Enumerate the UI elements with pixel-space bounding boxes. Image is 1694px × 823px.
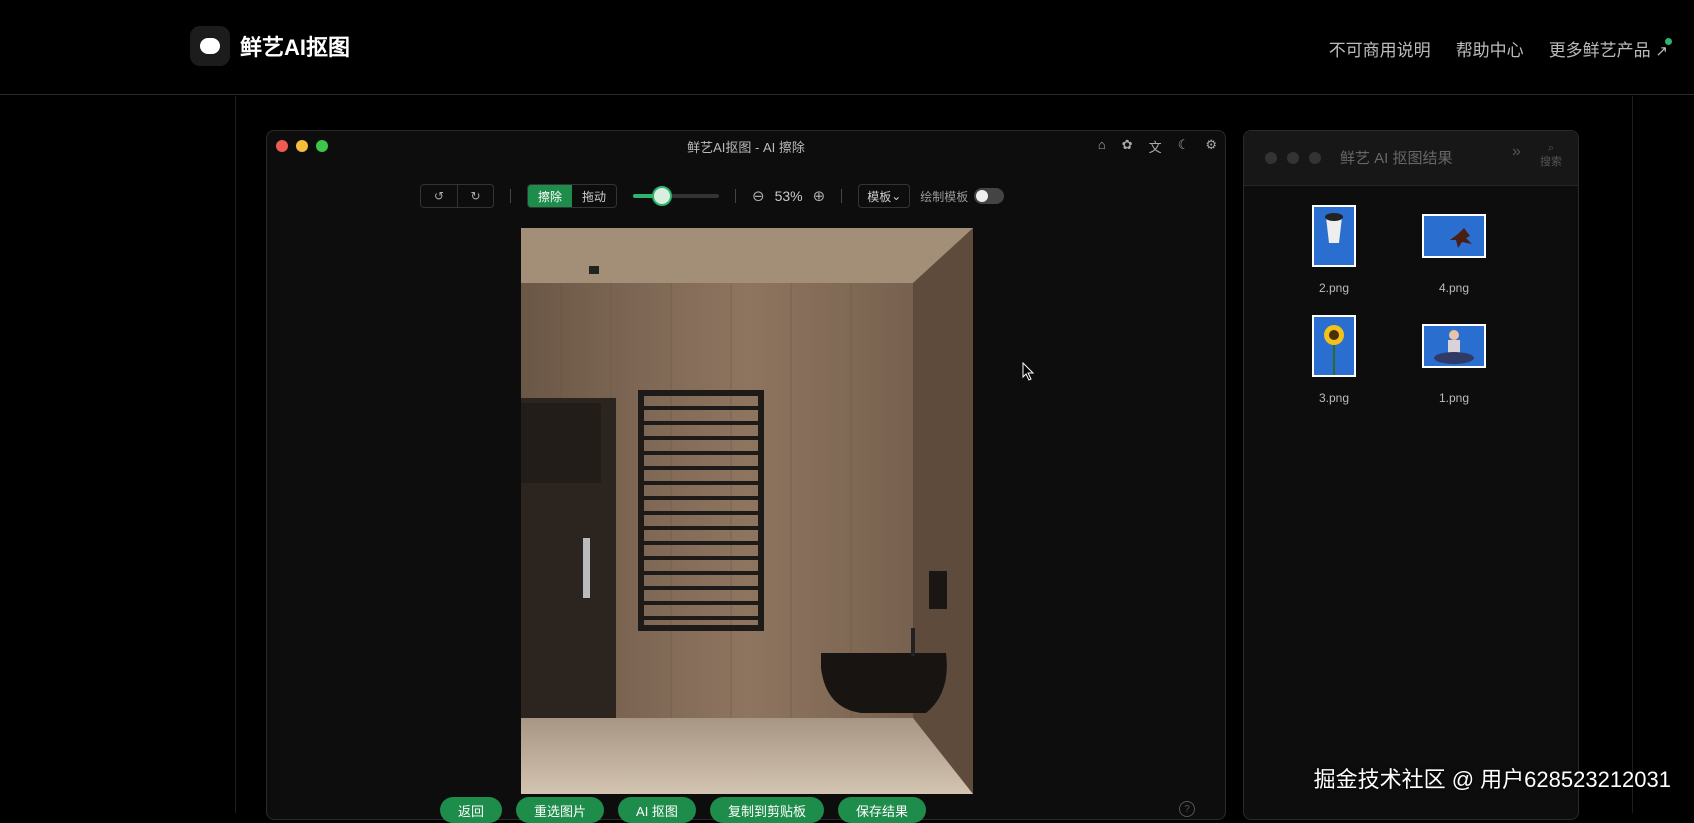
template-dropdown[interactable]: 模板 ⌄ (858, 184, 911, 208)
editor-toolbar: ↺ ↻ 擦除 拖动 ⊖ 53% ⊕ 模板 ⌄ 绘制模板 (420, 183, 1005, 209)
app-logo-icon (190, 26, 230, 66)
mode-erase-button[interactable]: 擦除 (528, 185, 573, 207)
nav-more-products-label: 更多鲜艺产品 (1548, 41, 1651, 60)
leaf-image (1450, 228, 1472, 248)
mouse-cursor-icon (1022, 362, 1035, 381)
help-icon[interactable]: ? (1179, 801, 1195, 817)
sunflower-image (1324, 325, 1344, 375)
expand-chevrons-icon[interactable]: » (1512, 143, 1521, 161)
template-label: 模板 (867, 189, 892, 204)
translate-icon[interactable]: 文 (1149, 137, 1162, 156)
file-item[interactable]: 4.png (1394, 203, 1514, 295)
toolbar-divider (510, 189, 511, 203)
zoom-controls: ⊖ 53% ⊕ (752, 187, 825, 205)
brand-name: 鲜艺AI抠图 (240, 35, 351, 60)
thumb-frame (1422, 313, 1486, 379)
file-item[interactable]: 1.png (1394, 313, 1514, 405)
nav-not-commercial[interactable]: 不可商用说明 (1329, 36, 1431, 61)
home-icon[interactable]: ⌂ (1098, 137, 1106, 156)
editor-window: 鲜艺AI抠图 - AI 擦除 ⌂ ✿ 文 ☾ ⚙ ↺ ↻ 擦除 拖动 ⊖ 53%… (266, 130, 1226, 823)
search-button[interactable]: ⌕ 搜索 (1540, 141, 1562, 169)
zoom-in-icon[interactable]: ⊕ (813, 187, 826, 205)
search-icon: ⌕ (1547, 142, 1555, 154)
bathroom-image-canvas[interactable] (521, 228, 973, 794)
theme-skin-icon[interactable]: ✿ (1122, 137, 1133, 156)
notification-dot (1665, 38, 1672, 45)
minimize-window-button[interactable] (1287, 152, 1299, 164)
file-name: 3.png (1318, 391, 1350, 405)
draw-template-label: 绘制模板 (920, 189, 969, 204)
brush-size-slider[interactable] (633, 186, 720, 206)
file-item[interactable]: 2.png (1274, 203, 1394, 295)
file-name: 1.png (1438, 391, 1470, 405)
history-buttons: ↺ ↻ (420, 184, 494, 208)
thumb-frame (1312, 203, 1356, 269)
settings-gear-icon[interactable]: ⚙ (1205, 137, 1217, 156)
save-result-button[interactable]: 保存结果 (837, 797, 926, 823)
file-name: 2.png (1318, 281, 1350, 295)
leaf-thumbnail (1422, 214, 1486, 258)
file-item[interactable]: 3.png (1274, 313, 1394, 405)
bottom-action-bar: 返回 重选图片 AI 抠图 复制到剪贴板 保存结果 (440, 797, 926, 823)
person-thumbnail (1422, 324, 1486, 368)
results-window: 鲜艺 AI 抠图结果 » ⌕ 搜索 2.png 4.png 3.png 1.pn… (1243, 130, 1579, 820)
guide-line-left (235, 96, 236, 813)
nav-help-center[interactable]: 帮助中心 (1456, 36, 1524, 61)
thumb-frame (1422, 203, 1486, 269)
title-bar-icons: ⌂ ✿ 文 ☾ ⚙ (1098, 137, 1217, 156)
mode-toggle: 擦除 拖动 (527, 184, 618, 208)
draw-template-toggle: 绘制模板 (920, 188, 1005, 205)
thumb-frame (1312, 313, 1356, 379)
file-name: 4.png (1438, 281, 1470, 295)
slider-handle[interactable] (652, 186, 673, 206)
guide-line-right (1632, 96, 1633, 813)
top-nav: 不可商用说明 帮助中心 更多鲜艺产品 ↗ (1329, 36, 1672, 61)
bathroom-photo (521, 228, 973, 794)
person-image (1434, 330, 1474, 364)
top-header: 鲜艺AI抠图 不可商用说明 帮助中心 更多鲜艺产品 ↗ (0, 0, 1694, 95)
zoom-out-icon[interactable]: ⊖ (752, 187, 765, 205)
window-title: 鲜艺AI抠图 - AI 擦除 (687, 140, 805, 155)
results-header: 鲜艺 AI 抠图结果 » ⌕ 搜索 (1244, 131, 1578, 186)
sunflower-thumbnail (1312, 315, 1356, 377)
watermark: 掘金技术社区 @ 用户628523212031 (1313, 767, 1671, 792)
ai-cutout-button[interactable]: AI 抠图 (618, 797, 696, 823)
brand[interactable]: 鲜艺AI抠图 (190, 26, 350, 66)
results-file-grid: 2.png 4.png 3.png 1.png (1274, 203, 1514, 405)
cup-thumbnail (1312, 205, 1356, 267)
back-button[interactable]: 返回 (440, 797, 503, 823)
dark-mode-icon[interactable]: ☾ (1178, 137, 1190, 156)
results-title: 鲜艺 AI 抠图结果 (1340, 150, 1453, 167)
draw-template-switch[interactable] (974, 188, 1005, 204)
copy-to-clipboard-button[interactable]: 复制到剪贴板 (709, 797, 824, 823)
cup-image (1325, 213, 1343, 243)
maximize-window-button[interactable] (1309, 152, 1321, 164)
zoom-level: 53% (774, 188, 803, 204)
undo-icon[interactable]: ↺ (421, 185, 457, 207)
results-window-controls (1265, 152, 1321, 164)
chevron-down-icon: ⌄ (891, 189, 902, 203)
toolbar-divider (841, 189, 843, 203)
reselect-image-button[interactable]: 重选图片 (516, 797, 605, 823)
toolbar-divider (735, 189, 737, 203)
mode-drag-button[interactable]: 拖动 (572, 185, 616, 207)
nav-more-products[interactable]: 更多鲜艺产品 ↗ (1548, 36, 1672, 61)
redo-icon[interactable]: ↻ (457, 185, 493, 207)
close-window-button[interactable] (1265, 152, 1277, 164)
search-label: 搜索 (1540, 156, 1562, 168)
external-link-icon: ↗ (1655, 38, 1672, 60)
